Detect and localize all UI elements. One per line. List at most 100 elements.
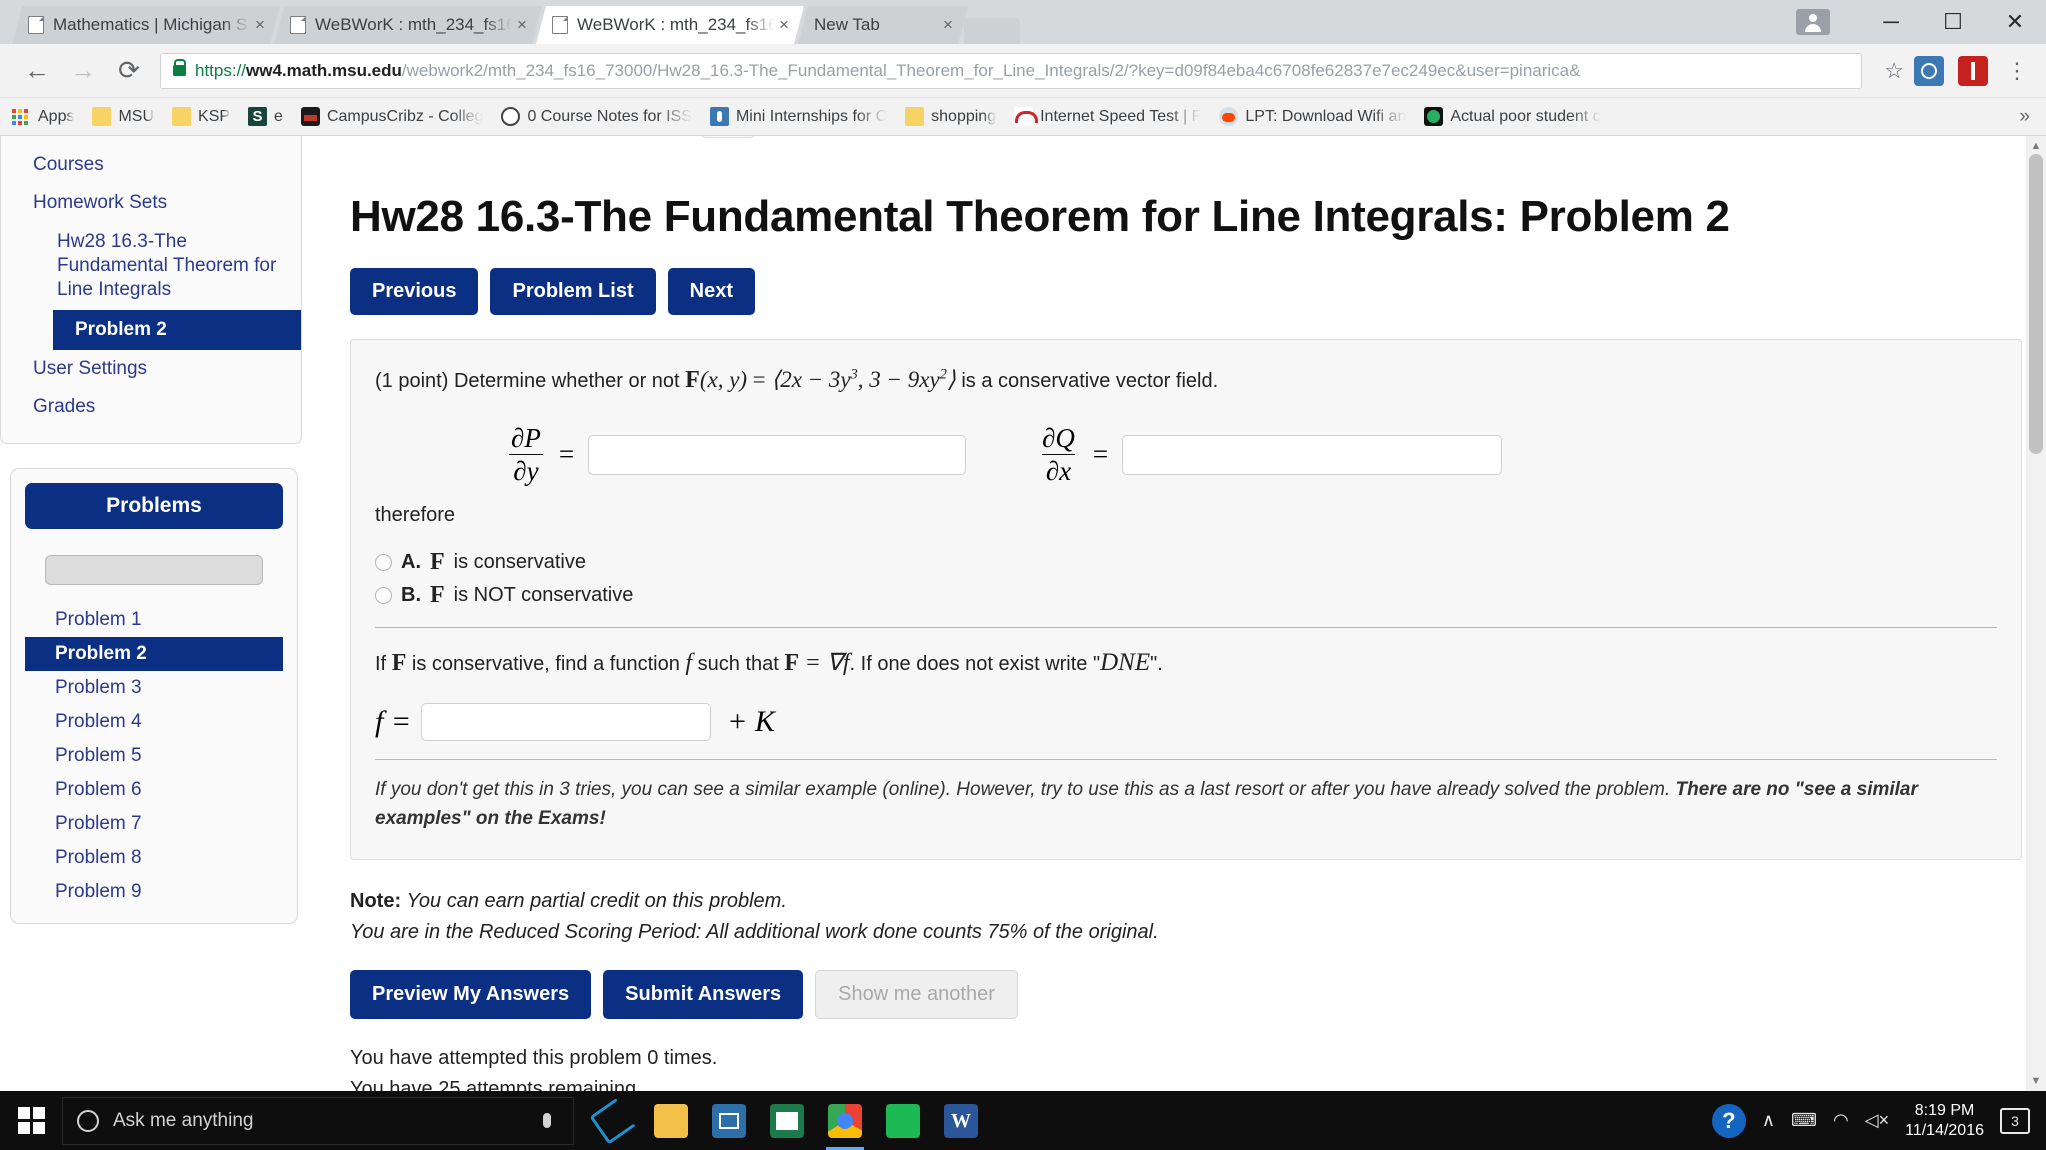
bookmark-poor-student[interactable]: Actual poor student c <box>1424 107 1601 126</box>
sidebar-item-user-settings[interactable]: User Settings <box>1 350 301 388</box>
back-icon[interactable]: ← <box>14 55 60 86</box>
close-icon[interactable]: × <box>512 15 532 35</box>
scroll-down-icon[interactable]: ▼ <box>2026 1071 2046 1091</box>
bookmark-apps[interactable]: Apps <box>12 108 74 126</box>
taskbar-store[interactable] <box>700 1091 758 1150</box>
taskbar-file-explorer[interactable] <box>642 1091 700 1150</box>
problem-statement: (1 point) Determine whether or not F(x, … <box>375 362 1997 398</box>
bookmark-speed-test[interactable]: Internet Speed Test | F <box>1014 107 1201 126</box>
taskbar-green-app[interactable] <box>758 1091 816 1150</box>
notification-center-icon[interactable]: 3 <box>2000 1107 2030 1134</box>
choice-b[interactable]: B. F is NOT conservative <box>375 582 1997 609</box>
help-icon[interactable]: ? <box>1711 1103 1746 1138</box>
url-path: /webwork2/mth_234_fs16_73000/Hw28_16.3-T… <box>401 60 1581 80</box>
bookmark-campuscribz[interactable]: CampusCribz - Colleg <box>300 107 484 126</box>
bookmark-course-notes[interactable]: 0 Course Notes for ISS <box>501 107 692 126</box>
close-icon[interactable]: × <box>250 15 270 35</box>
page-icon <box>552 16 568 34</box>
prompt-before: Determine whether or not <box>453 370 680 392</box>
sidebar-item-hw28[interactable]: Hw28 16.3-The Fundamental Theorem for Li… <box>1 223 301 310</box>
url-text: https://ww4.math.msu.edu/webwork2/mth_23… <box>195 61 1580 81</box>
problem-link-1[interactable]: Problem 1 <box>25 603 283 637</box>
problem-link-8[interactable]: Problem 8 <box>25 841 283 875</box>
partial-q-input[interactable] <box>1122 434 1503 475</box>
problem-link-3[interactable]: Problem 3 <box>25 671 283 705</box>
choice-a-key: A. <box>401 550 421 573</box>
sidebar-item-courses[interactable]: Courses <box>1 146 301 184</box>
bookmark-label: CampusCribz - Colleg <box>326 107 484 125</box>
page-scrollbar[interactable]: ▲ ▼ <box>2026 136 2046 1091</box>
function-input[interactable] <box>421 703 712 742</box>
bookmark-mini-internships[interactable]: Mini Internships for C <box>709 107 887 126</box>
radio-b[interactable] <box>375 586 392 604</box>
bookmark-lpt-wifi[interactable]: LPT: Download Wifi an <box>1219 107 1406 126</box>
apple-icon <box>501 107 521 126</box>
maximize-button[interactable]: ☐ <box>1922 0 1984 44</box>
choice-b-text: is NOT conservative <box>453 583 634 606</box>
close-icon[interactable]: × <box>774 15 794 35</box>
radio-a[interactable] <box>375 553 392 571</box>
user-avatar-icon[interactable] <box>1796 9 1830 35</box>
taskbar-clock[interactable]: 8:19 PM 11/14/2016 <box>1905 1101 1984 1141</box>
bookmark-shopping[interactable]: shopping <box>905 107 996 126</box>
reload-icon[interactable]: ⟳ <box>106 55 152 86</box>
problem-link-2[interactable]: Problem 2 <box>25 636 283 671</box>
new-tab-button[interactable] <box>964 18 1020 44</box>
sidebar-item-problem-2[interactable]: Problem 2 <box>53 309 301 350</box>
f-equals-label: f = <box>375 705 412 739</box>
preview-my-answers-button[interactable]: Preview My Answers <box>350 970 592 1020</box>
address-bar[interactable]: https://ww4.math.msu.edu/webwork2/mth_23… <box>160 52 1863 89</box>
partial-q-denominator: ∂x <box>1041 454 1076 486</box>
close-icon[interactable]: × <box>938 15 958 35</box>
blue-badge-icon <box>709 107 729 126</box>
cortana-search-box[interactable]: Ask me anything <box>62 1096 574 1145</box>
partial-derivatives-row: ∂P ∂y = ∂Q ∂x = <box>375 424 1997 486</box>
bookmark-msu[interactable]: MSU <box>92 107 154 126</box>
taskbar-edge[interactable] <box>584 1091 642 1150</box>
wifi-icon[interactable]: ◠ <box>1833 1110 1849 1131</box>
sidebar-item-homework-sets[interactable]: Homework Sets <box>1 184 301 222</box>
graduation-cap-icon <box>300 107 320 126</box>
taskbar-spotify[interactable] <box>874 1091 932 1150</box>
forward-icon[interactable]: → <box>60 55 106 86</box>
partial-p-input[interactable] <box>588 434 967 475</box>
next-button[interactable]: Next <box>667 268 755 315</box>
volume-icon[interactable]: ◁× <box>1865 1110 1889 1131</box>
start-button[interactable] <box>0 1091 62 1150</box>
problem-link-5[interactable]: Problem 5 <box>25 739 283 773</box>
previous-button[interactable]: Previous <box>350 268 479 315</box>
chrome-menu-icon[interactable]: ⋮ <box>2002 58 2032 84</box>
extension-icon-red[interactable] <box>1958 55 1988 86</box>
bookmarks-overflow-icon[interactable]: » <box>2019 106 2030 128</box>
keyboard-icon[interactable]: ⌨ <box>1791 1110 1817 1131</box>
bookmark-e[interactable]: S e <box>248 107 283 126</box>
browser-tab-0[interactable]: Mathematics | Michigan S × <box>12 6 280 44</box>
microphone-icon[interactable] <box>543 1113 551 1128</box>
problem-list-button[interactable]: Problem List <box>490 268 656 315</box>
bookmark-star-icon[interactable]: ☆ <box>1884 58 1904 84</box>
problems-search-input[interactable] <box>45 554 263 585</box>
submit-answers-button[interactable]: Submit Answers <box>603 970 804 1020</box>
close-window-button[interactable]: ✕ <box>1984 0 2046 44</box>
scrollbar-thumb[interactable] <box>2029 154 2043 454</box>
problem-link-6[interactable]: Problem 6 <box>25 773 283 807</box>
problem-link-9[interactable]: Problem 9 <box>25 875 283 909</box>
browser-tab-3[interactable]: New Tab × <box>798 6 968 44</box>
choice-a-symbol: F <box>430 548 445 575</box>
bookmark-ksp[interactable]: KSP <box>172 107 230 126</box>
sidebar-item-grades[interactable]: Grades <box>1 388 301 426</box>
divider-2 <box>375 759 1997 761</box>
taskbar-word[interactable]: W <box>932 1091 990 1150</box>
browser-tab-2-active[interactable]: WeBWorK : mth_234_fs16 × <box>536 6 804 44</box>
browser-tab-1[interactable]: WeBWorK : mth_234_fs16 × <box>274 6 542 44</box>
minimize-button[interactable]: ─ <box>1860 0 1922 44</box>
vector-field-symbol: F <box>685 367 700 393</box>
clock-date: 11/14/2016 <box>1905 1121 1984 1139</box>
tray-chevron-icon[interactable]: ∧ <box>1762 1110 1775 1131</box>
extension-icon-blue[interactable] <box>1914 55 1944 86</box>
scroll-up-icon[interactable]: ▲ <box>2026 136 2046 156</box>
problem-link-7[interactable]: Problem 7 <box>25 807 283 841</box>
problem-link-4[interactable]: Problem 4 <box>25 705 283 739</box>
taskbar-chrome[interactable] <box>816 1091 874 1150</box>
choice-a[interactable]: A. F is conservative <box>375 549 1997 576</box>
